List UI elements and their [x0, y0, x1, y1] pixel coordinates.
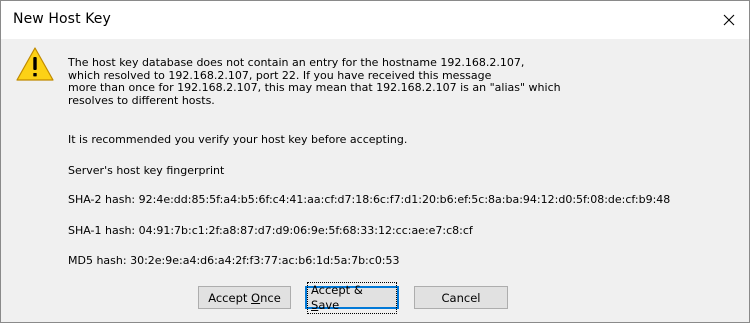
fingerprint-heading: Server's host key fingerprint [68, 164, 225, 177]
accept-save-label-end: ave [318, 297, 340, 312]
accept-save-label-start: Accept & [311, 282, 363, 297]
recommendation-text: It is recommended you verify your host k… [68, 133, 408, 146]
warning-message: The host key database does not contain a… [68, 56, 561, 107]
accept-once-label: Accept Once [208, 291, 281, 305]
new-host-key-dialog: New Host Key The host key database does … [0, 0, 750, 323]
message-line: The host key database does not contain a… [68, 56, 525, 69]
accept-once-label-start: Accept [208, 290, 252, 305]
sha2-fingerprint: SHA-2 hash: 92:4e:dd:85:5f:a4:b5:6f:c4:4… [68, 193, 671, 206]
close-button[interactable] [709, 1, 749, 39]
close-icon [723, 14, 735, 26]
accept-once-label-end: nce [260, 290, 281, 305]
message-line: more than once for 192.168.2.107, this m… [68, 81, 561, 94]
accept-once-button[interactable]: Accept Once [198, 286, 291, 309]
cancel-button[interactable]: Cancel [414, 286, 508, 309]
sha1-fingerprint: SHA-1 hash: 04:91:7b:c1:2f:a8:87:d7:d9:0… [68, 224, 473, 237]
cancel-label: Cancel [441, 290, 481, 305]
title-bar[interactable]: New Host Key [1, 1, 749, 39]
window-title: New Host Key [13, 11, 111, 27]
dialog-body: The host key database does not contain a… [1, 39, 749, 322]
message-line: resolves to different hosts. [68, 93, 215, 107]
warning-icon [16, 47, 54, 81]
md5-fingerprint: MD5 hash: 30:2e:9e:a4:d6:a4:2f:f3:77:ac:… [68, 254, 400, 267]
accept-and-save-button[interactable]: Accept & Save [305, 281, 399, 314]
accept-once-mnemonic: O [251, 290, 261, 305]
accept-save-label: Accept & Save [307, 281, 397, 314]
